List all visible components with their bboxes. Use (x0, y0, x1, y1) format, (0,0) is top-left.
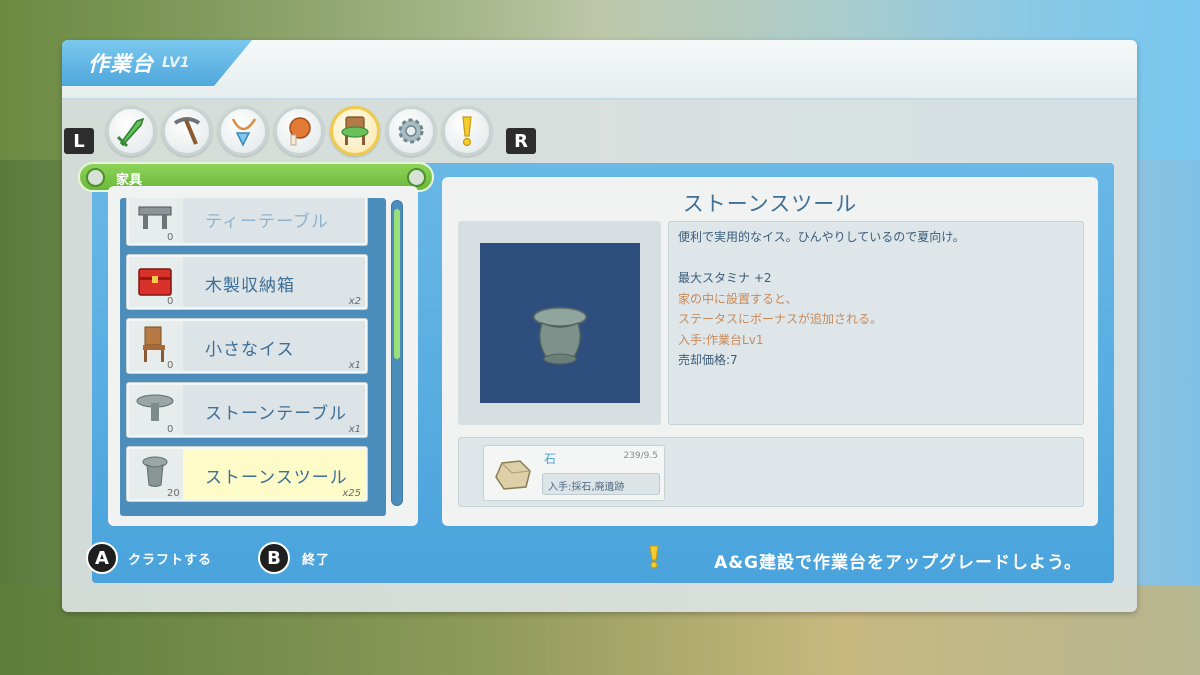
gear-icon (398, 118, 424, 144)
tab-weapons[interactable] (106, 106, 156, 156)
item-stock: 0 (167, 424, 174, 435)
tab-important[interactable] (442, 106, 492, 156)
description-line: 家の中に設置すると、 (678, 291, 798, 306)
b-button[interactable]: B (258, 542, 290, 574)
stone-icon (495, 460, 531, 490)
exclamation-icon (462, 116, 472, 147)
list-item[interactable]: 木製収納箱 0 x2 (126, 254, 368, 310)
tab-accessories[interactable] (218, 106, 268, 156)
exit-label: 終了 (302, 553, 331, 568)
recipe-list-panel: ティーテーブル 0 木製収納箱 0 x2 小さなイス 0 x1 ストーンテーブル… (108, 186, 418, 526)
chest-icon (138, 268, 172, 296)
material-count: 239/9.5 (623, 451, 658, 461)
item-name: 小さなイス (205, 340, 295, 360)
tab-materials[interactable] (386, 106, 436, 156)
item-stock: 0 (167, 296, 174, 307)
hint-exclamation-icon (649, 545, 659, 569)
item-stock: 0 (167, 360, 174, 371)
craft-label: クラフトする (128, 553, 213, 568)
item-stock: 0 (167, 232, 174, 243)
necklace-icon (231, 118, 257, 147)
list-item-selected[interactable]: ストーンスツール 20 x25 (126, 446, 368, 502)
description-line: ステータスにボーナスが追加される。 (678, 312, 883, 326)
sword-icon (116, 117, 145, 148)
r-button[interactable]: R (506, 128, 536, 154)
item-name: 木製収納箱 (205, 276, 295, 296)
detail-title: ストーンスツール (682, 192, 858, 216)
list-item[interactable]: 小さなイス 0 x1 (126, 318, 368, 374)
stone-stool-preview-icon (533, 307, 587, 365)
footer-bar: A クラフトする B 終了 A&G建設で作業台をアップグレードしよう。 (86, 540, 1114, 580)
material-source: 入手:採石,廃遺跡 (542, 473, 660, 495)
upgrade-tip: A&G建設で作業台をアップグレードしよう。 (714, 553, 1082, 573)
detail-panel: ストーンスツール 便利で実用的なイス。ひんやりしているので夏向け。 最大スタミナ… (442, 177, 1098, 526)
l-button[interactable]: L (64, 128, 94, 154)
item-name: ストーンテーブル (205, 404, 348, 424)
workbench-window: 作業台 LV1 L R 家具 ティーテーブル 0 木製収納箱 0 x2 小さなイ… (62, 40, 1137, 612)
item-qty: x1 (348, 424, 361, 435)
list-scrollbar[interactable] (391, 200, 403, 506)
item-name: ストーンスツール (205, 468, 348, 488)
description-line: 売却価格:7 (678, 353, 738, 367)
recipe-list: ティーテーブル 0 木製収納箱 0 x2 小さなイス 0 x1 ストーンテーブル… (120, 198, 386, 516)
list-item[interactable]: ティーテーブル 0 (126, 198, 368, 246)
pill-left-cap (86, 168, 105, 187)
item-stock: 20 (167, 488, 180, 499)
preview-frame (458, 221, 661, 425)
pill-right-cap (407, 168, 426, 187)
description-line: 便利で実用的なイス。ひんやりしているので夏向け。 (678, 230, 965, 244)
meat-icon (289, 117, 311, 146)
tab-food[interactable] (274, 106, 324, 156)
description-box: 便利で実用的なイス。ひんやりしているので夏向け。 最大スタミナ +2 家の中に設… (668, 221, 1084, 425)
stone-table-icon (136, 394, 174, 421)
small-chair-icon (143, 326, 165, 362)
description-line: 入手:作業台Lv1 (678, 332, 764, 347)
list-item[interactable]: ストーンテーブル 0 x1 (126, 382, 368, 438)
window-title: 作業台 (88, 52, 154, 76)
tab-tools[interactable] (162, 106, 212, 156)
header-divider (62, 98, 1137, 100)
pickaxe-icon (173, 117, 201, 145)
item-name: ティーテーブル (205, 212, 329, 232)
description-line (678, 248, 1074, 269)
material-name: 石 (544, 452, 557, 466)
category-tabbar: L R (62, 103, 1137, 161)
a-button[interactable]: A (86, 542, 118, 574)
material-card[interactable]: 石 239/9.5 入手:採石,廃遺跡 (483, 445, 665, 501)
item-qty: x25 (342, 488, 361, 499)
chair-icon (341, 116, 369, 145)
item-qty: x1 (348, 360, 361, 371)
scroll-thumb[interactable] (394, 209, 400, 359)
stone-stool-icon (142, 456, 168, 487)
tab-furniture[interactable] (330, 106, 380, 156)
window-level: LV1 (162, 55, 190, 71)
item-qty: x2 (348, 296, 361, 307)
materials-box: 石 239/9.5 入手:採石,廃遺跡 (458, 437, 1084, 507)
description-line: 最大スタミナ +2 (678, 271, 772, 285)
preview-image (480, 243, 640, 403)
